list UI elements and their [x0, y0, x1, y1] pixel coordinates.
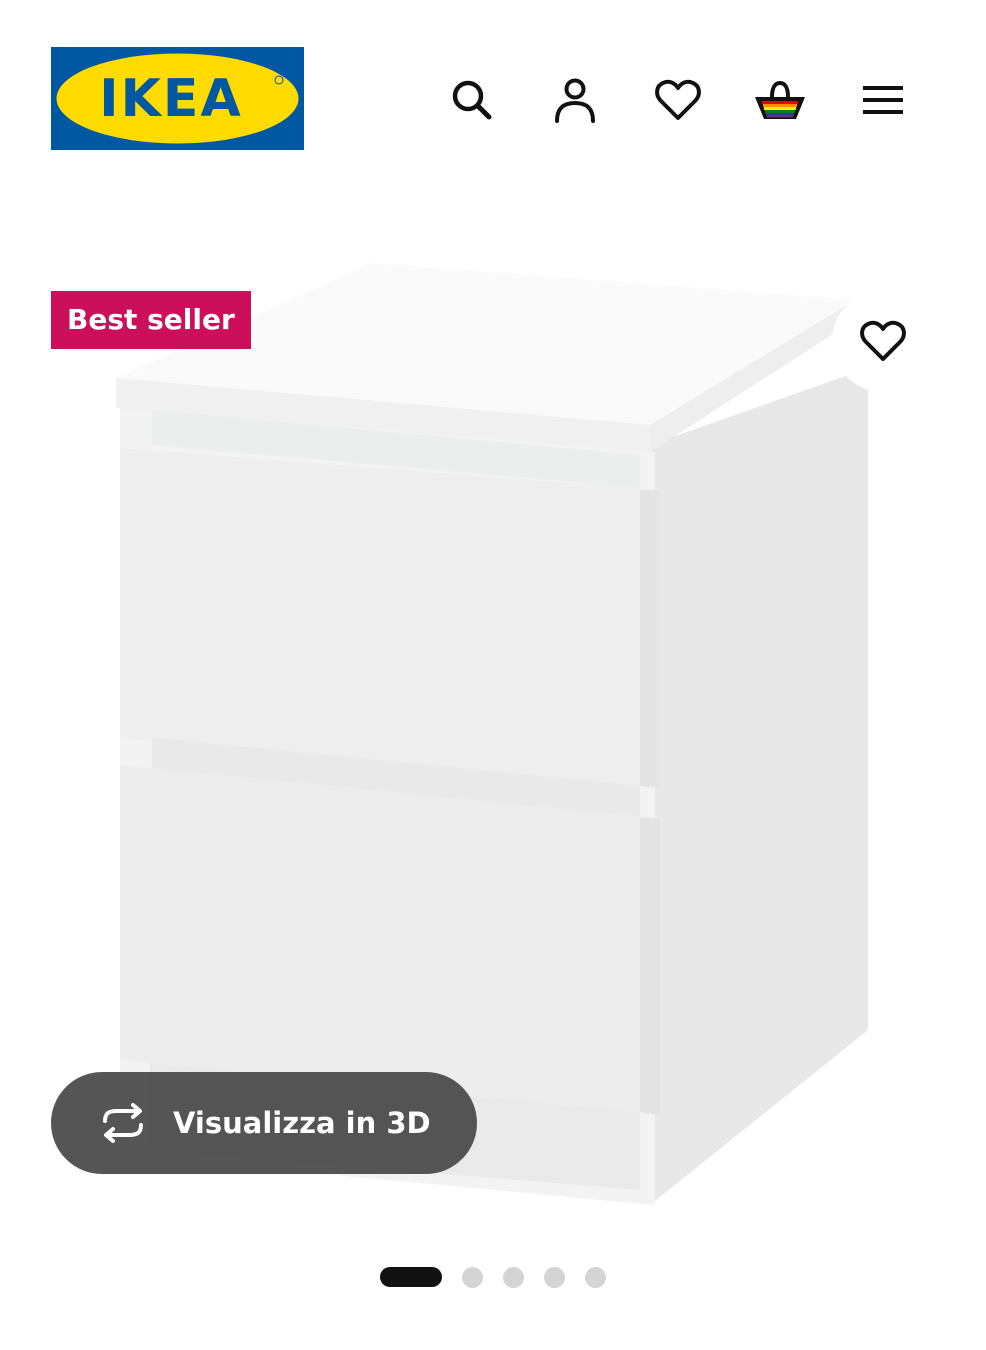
carousel-dot-3[interactable]	[503, 1267, 524, 1288]
best-seller-badge: Best seller	[51, 291, 251, 349]
search-icon	[452, 80, 492, 120]
account-icon	[555, 78, 595, 123]
cart-button[interactable]	[750, 70, 810, 130]
shopping-bag-icon	[755, 80, 805, 119]
carousel-indicator	[380, 1267, 620, 1288]
view-in-3d-button[interactable]: Visualizza in 3D	[51, 1072, 477, 1174]
wishlist-icon	[655, 79, 701, 120]
menu-button[interactable]	[853, 70, 913, 130]
carousel-dot-2[interactable]	[462, 1267, 483, 1288]
heart-icon	[860, 320, 906, 361]
carousel-dot-4[interactable]	[544, 1267, 565, 1288]
search-button[interactable]	[442, 70, 502, 130]
menu-icon	[863, 86, 903, 114]
ikea-logo[interactable]: IKEA	[51, 47, 304, 150]
svg-text:IKEA: IKEA	[99, 69, 242, 129]
rotate-3d-icon	[95, 1103, 151, 1143]
wishlist-button[interactable]	[648, 70, 708, 130]
header-actions	[440, 70, 920, 130]
add-to-favorites-button[interactable]	[832, 290, 934, 392]
ikea-logo-graphic: IKEA	[51, 47, 304, 150]
account-button[interactable]	[545, 70, 605, 130]
view-in-3d-label: Visualizza in 3D	[173, 1106, 431, 1140]
carousel-dot-5[interactable]	[585, 1267, 606, 1288]
carousel-dot-1[interactable]	[380, 1267, 442, 1287]
